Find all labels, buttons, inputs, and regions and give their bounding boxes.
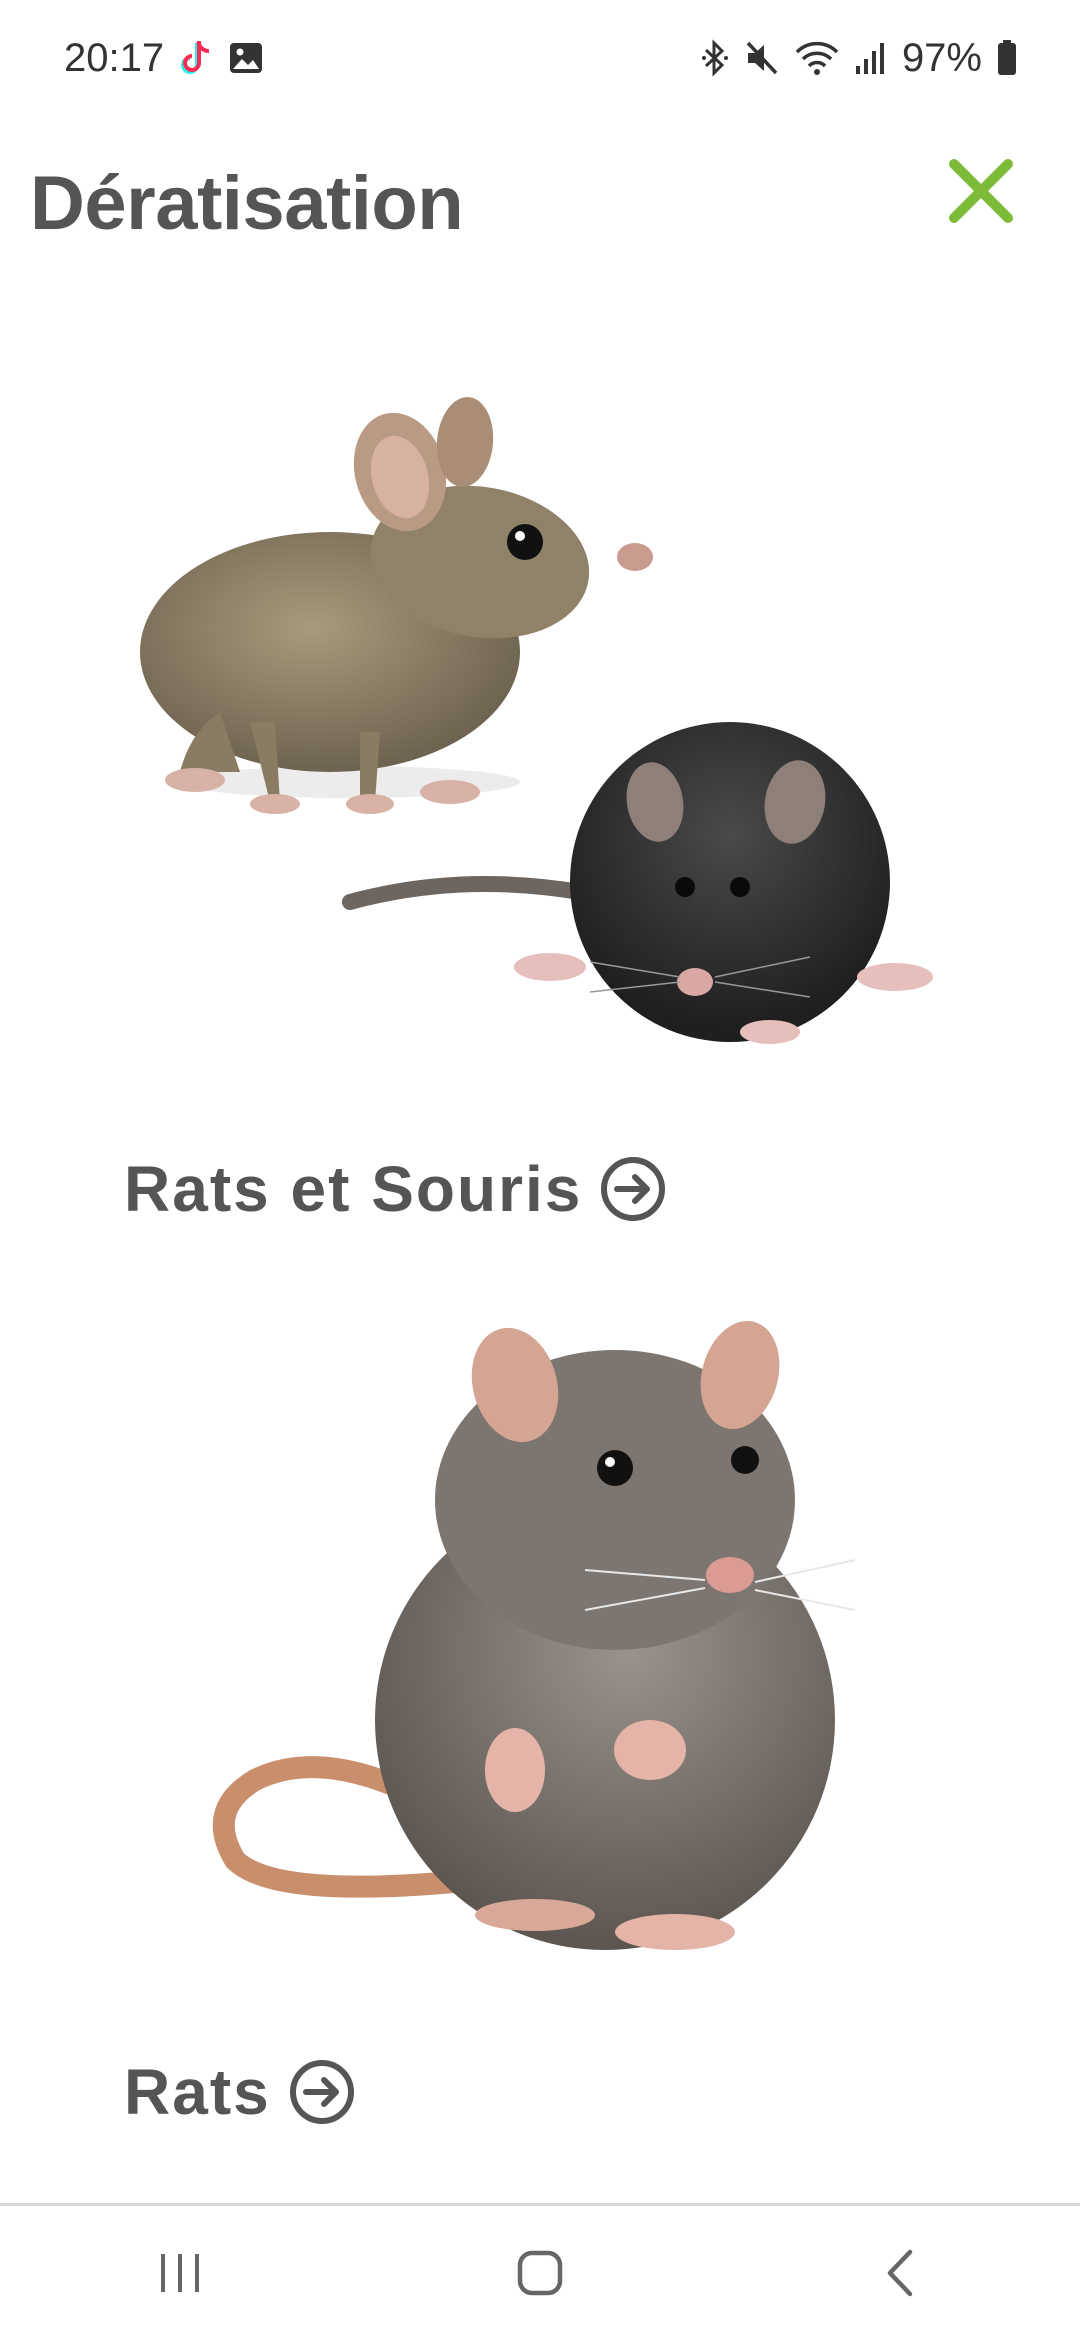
status-bar: 20:17 97% <box>0 0 1080 116</box>
mouse-and-rat-photo[interactable] <box>120 392 960 1072</box>
screen: 20:17 97% Dératisation Rats et Souris Ra… <box>0 0 1080 2340</box>
signal-icon <box>854 40 888 76</box>
system-nav-bar <box>0 2206 1080 2340</box>
status-right: 97% <box>700 36 1018 81</box>
battery-icon <box>996 39 1018 77</box>
page-title: Dératisation <box>30 161 464 246</box>
mute-icon <box>744 39 780 77</box>
tiktok-icon <box>178 38 214 78</box>
recent-apps-icon <box>161 2254 199 2292</box>
arrow-right-circle-icon <box>600 1156 666 1222</box>
battery-percent: 97% <box>901 35 982 80</box>
status-time: 20:17 <box>64 35 165 80</box>
home-icon <box>517 2250 563 2296</box>
card-link-rats[interactable]: Rats <box>124 2055 355 2129</box>
wifi-icon <box>794 39 840 77</box>
status-left: 20:17 <box>64 36 264 81</box>
close-button[interactable] <box>940 150 1022 232</box>
recent-apps-button[interactable] <box>120 2223 240 2323</box>
bluetooth-icon <box>700 39 730 77</box>
back-button[interactable] <box>840 2223 960 2323</box>
card-label: Rats et Souris <box>124 1153 583 1225</box>
rat-photo[interactable] <box>205 1320 875 1960</box>
arrow-right-circle-icon <box>289 2059 355 2125</box>
gallery-icon <box>228 40 264 76</box>
home-button[interactable] <box>480 2223 600 2323</box>
card-link-rats-et-souris[interactable]: Rats et Souris <box>124 1152 666 1226</box>
close-icon <box>949 159 1013 223</box>
card-label: Rats <box>124 2056 271 2128</box>
back-icon <box>887 2249 913 2297</box>
